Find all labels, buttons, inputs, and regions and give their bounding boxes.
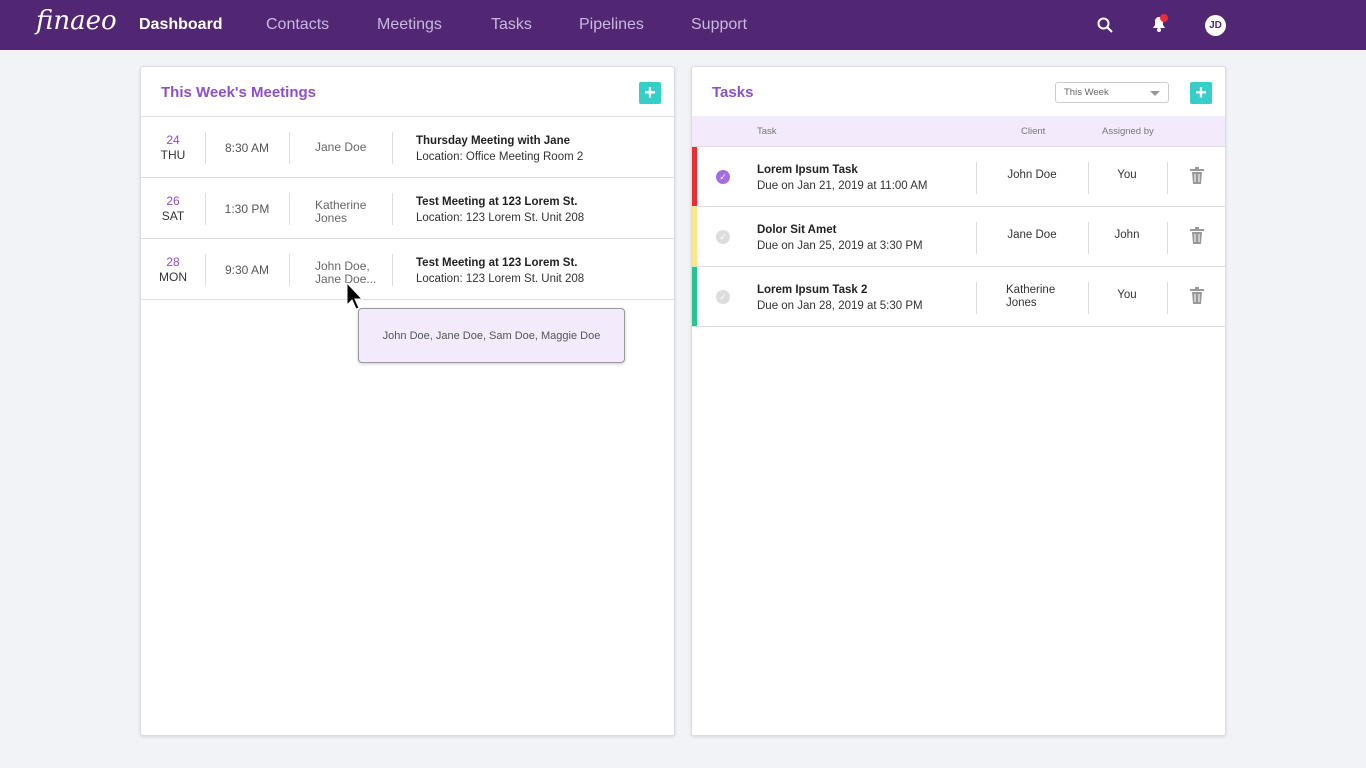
task-name: Lorem Ipsum Task bbox=[757, 164, 858, 176]
meeting-row[interactable]: 24 THU 8:30 AM Jane Doe Thursday Meeting … bbox=[141, 117, 674, 178]
tasks-panel: Tasks This Week + Task Client Assigned b… bbox=[691, 66, 1226, 736]
task-row[interactable]: ✓ Lorem Ipsum Task Due on Jan 21, 2019 at… bbox=[692, 147, 1225, 207]
meeting-contact: Jane Doe bbox=[315, 140, 367, 154]
complete-check-icon[interactable]: ✓ bbox=[716, 290, 730, 304]
priority-bar bbox=[692, 147, 697, 206]
nav-tasks[interactable]: Tasks bbox=[491, 16, 532, 34]
search-icon[interactable] bbox=[1097, 17, 1113, 33]
col-assigned-by: Assigned by bbox=[1102, 126, 1154, 137]
priority-bar bbox=[692, 207, 697, 266]
meeting-title: Thursday Meeting with Jane bbox=[416, 135, 570, 147]
nav-pipelines[interactable]: Pipelines bbox=[579, 16, 644, 34]
mouse-cursor-icon bbox=[346, 282, 364, 310]
task-client: Jane Doe bbox=[1007, 229, 1057, 241]
task-assigned-by: John bbox=[1114, 229, 1140, 241]
complete-check-icon[interactable]: ✓ bbox=[716, 170, 730, 184]
avatar[interactable]: JD bbox=[1205, 15, 1226, 36]
tasks-title: Tasks bbox=[712, 84, 754, 101]
nav-meetings[interactable]: Meetings bbox=[377, 16, 442, 34]
add-meeting-button[interactable]: + bbox=[639, 82, 661, 104]
meeting-time: 1:30 PM bbox=[224, 202, 270, 216]
bell-icon[interactable] bbox=[1150, 13, 1170, 33]
add-task-button[interactable]: + bbox=[1190, 82, 1212, 104]
tasks-table-header: Task Client Assigned by bbox=[692, 116, 1225, 147]
task-assigned-by: You bbox=[1117, 289, 1137, 301]
task-due: Due on Jan 25, 2019 at 3:30 PM bbox=[757, 240, 923, 252]
trash-icon[interactable] bbox=[1190, 227, 1204, 244]
meeting-time: 8:30 AM bbox=[224, 141, 270, 155]
meeting-location: Location: Office Meeting Room 2 bbox=[416, 151, 584, 163]
attendees-tooltip: John Doe, Jane Doe, Sam Doe, Maggie Doe bbox=[358, 308, 625, 363]
trash-icon[interactable] bbox=[1190, 167, 1204, 184]
meeting-weekday: SAT bbox=[161, 209, 185, 223]
task-due: Due on Jan 28, 2019 at 5:30 PM bbox=[757, 300, 923, 312]
meeting-day: 24 bbox=[166, 133, 180, 147]
meeting-title: Test Meeting at 123 Lorem St. bbox=[416, 257, 578, 269]
meeting-time: 9:30 AM bbox=[224, 263, 270, 277]
meeting-row[interactable]: 28 MON 9:30 AM John Doe, Jane Doe... Test… bbox=[141, 239, 674, 300]
task-name: Lorem Ipsum Task 2 bbox=[757, 284, 868, 296]
nav-dashboard[interactable]: Dashboard bbox=[139, 16, 223, 34]
complete-check-icon[interactable]: ✓ bbox=[716, 230, 730, 244]
task-filter-select[interactable]: This Week bbox=[1055, 82, 1169, 103]
meetings-panel: This Week's Meetings + 24 THU 8:30 AM Jan… bbox=[140, 66, 675, 736]
task-row[interactable]: ✓ Dolor Sit Amet Due on Jan 25, 2019 at 3… bbox=[692, 207, 1225, 267]
top-nav: finaeo Dashboard Contacts Meetings Tasks… bbox=[0, 0, 1366, 50]
meeting-title: Test Meeting at 123 Lorem St. bbox=[416, 196, 578, 208]
meeting-weekday: MON bbox=[159, 270, 187, 284]
meetings-title: This Week's Meetings bbox=[161, 84, 317, 101]
logo[interactable]: finaeo bbox=[36, 6, 117, 36]
meeting-day: 28 bbox=[166, 255, 180, 269]
task-assigned-by: You bbox=[1117, 169, 1137, 181]
task-client: Katherine Jones bbox=[1006, 284, 1056, 309]
task-due: Due on Jan 21, 2019 at 11:00 AM bbox=[757, 180, 928, 192]
task-client: John Doe bbox=[1007, 169, 1057, 181]
meeting-location: Location: 123 Lorem St. Unit 208 bbox=[416, 273, 585, 285]
meeting-weekday: THU bbox=[160, 148, 186, 162]
nav-support[interactable]: Support bbox=[691, 16, 747, 34]
task-name: Dolor Sit Amet bbox=[757, 224, 837, 236]
meeting-day: 26 bbox=[166, 194, 180, 208]
nav-contacts[interactable]: Contacts bbox=[266, 16, 329, 34]
col-task: Task bbox=[757, 126, 777, 137]
col-client: Client bbox=[1021, 126, 1046, 137]
task-row[interactable]: ✓ Lorem Ipsum Task 2 Due on Jan 28, 2019 … bbox=[692, 267, 1225, 327]
meeting-location: Location: 123 Lorem St. Unit 208 bbox=[416, 212, 585, 224]
meeting-row[interactable]: 26 SAT 1:30 PM Katherine Jones Test Meeti… bbox=[141, 178, 674, 239]
trash-icon[interactable] bbox=[1190, 287, 1204, 304]
meeting-contact: Katherine Jones bbox=[315, 198, 367, 225]
priority-bar bbox=[692, 267, 697, 326]
